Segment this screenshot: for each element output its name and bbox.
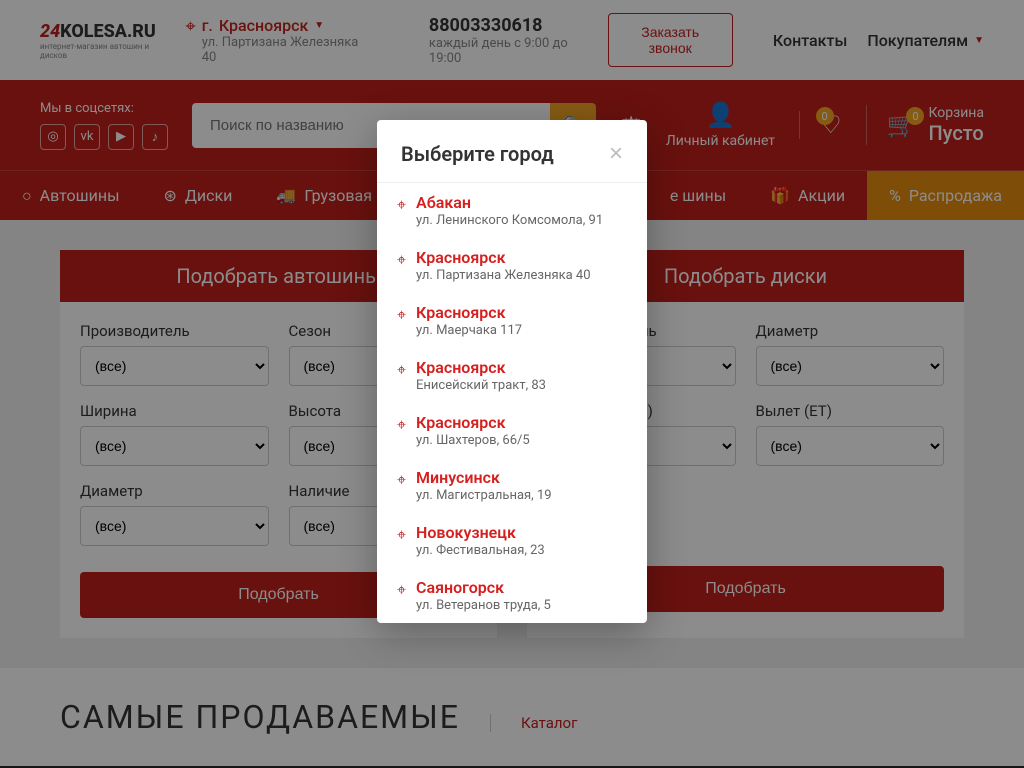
- city-option-addr: ул. Шахтеров, 66/5: [416, 433, 530, 448]
- city-option-addr: ул. Фестивальная, 23: [416, 543, 545, 558]
- city-option-addr: ул. Ветеранов труда, 5: [416, 598, 551, 613]
- city-option-name: Саяногорск: [416, 578, 551, 597]
- city-option-name: Красноярск: [416, 413, 530, 432]
- city-option[interactable]: ⌖ Красноярскул. Партизана Железняка 40: [377, 238, 647, 293]
- pin-icon: ⌖: [397, 470, 406, 490]
- pin-icon: ⌖: [397, 580, 406, 600]
- pin-icon: ⌖: [397, 250, 406, 270]
- city-option-addr: Енисейский тракт, 83: [416, 378, 546, 393]
- city-option[interactable]: ⌖ Красноярскул. Маерчака 117: [377, 293, 647, 348]
- city-option-name: Абакан: [416, 193, 603, 212]
- city-option[interactable]: ⌖ Минусинскул. Магистральная, 19: [377, 458, 647, 513]
- city-option-addr: ул. Маерчака 117: [416, 323, 522, 338]
- pin-icon: ⌖: [397, 305, 406, 325]
- city-modal: Выберите город × ⌖ Абаканул. Ленинского К…: [377, 120, 647, 623]
- city-option[interactable]: ⌖ Новокузнецкул. Фестивальная, 23: [377, 513, 647, 568]
- city-option[interactable]: ⌖ Саяногорскул. Ветеранов труда, 5: [377, 568, 647, 623]
- modal-title: Выберите город: [401, 142, 554, 166]
- pin-icon: ⌖: [397, 360, 406, 380]
- pin-icon: ⌖: [397, 195, 406, 215]
- city-option[interactable]: ⌖ Красноярскул. Шахтеров, 66/5: [377, 403, 647, 458]
- city-option[interactable]: ⌖ Абаканул. Ленинского Комсомола, 91: [377, 183, 647, 238]
- city-option-name: Красноярск: [416, 248, 591, 267]
- city-option[interactable]: ⌖ КрасноярскЕнисейский тракт, 83: [377, 348, 647, 403]
- city-option-addr: ул. Ленинского Комсомола, 91: [416, 213, 603, 228]
- close-button[interactable]: ×: [609, 140, 623, 168]
- city-option-name: Красноярск: [416, 358, 546, 377]
- pin-icon: ⌖: [397, 525, 406, 545]
- city-option-name: Минусинск: [416, 468, 552, 487]
- city-option-name: Красноярск: [416, 303, 522, 322]
- pin-icon: ⌖: [397, 415, 406, 435]
- city-option-addr: ул. Магистральная, 19: [416, 488, 552, 503]
- city-option-addr: ул. Партизана Железняка 40: [416, 268, 591, 283]
- city-option-name: Новокузнецк: [416, 523, 545, 542]
